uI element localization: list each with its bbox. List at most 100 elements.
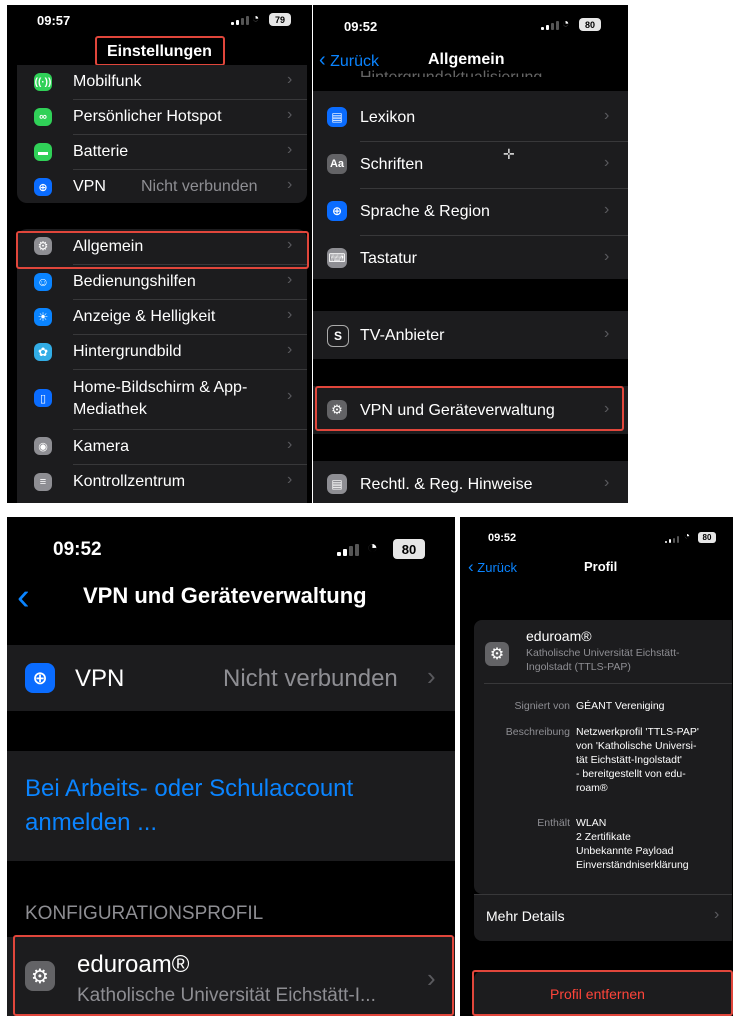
toggles-icon: ≡ (34, 473, 52, 491)
chevron-right-icon: › (287, 106, 293, 123)
back-chevron-icon[interactable]: ‹ (17, 577, 30, 617)
settings-item-home-bildschirm[interactable]: Home-Bildschirm & App- (73, 379, 247, 397)
back-label: Zurück (477, 560, 518, 575)
chevron-left-icon: ‹ (468, 557, 474, 576)
detail-key-contains: Enthält (537, 817, 570, 829)
profile-highlight (13, 935, 454, 1016)
detail-value-description-5: roam® (576, 782, 608, 794)
settings-item-hotspot[interactable]: Persönlicher Hotspot (73, 108, 222, 126)
profile-name: eduroam® (526, 628, 592, 644)
chevron-right-icon: › (287, 271, 293, 288)
battery-indicator: 80 (698, 532, 716, 543)
signal-icon (337, 544, 359, 556)
vpn-row[interactable]: ⊕ VPN Nicht verbunden › (7, 645, 455, 711)
signal-icon (231, 16, 249, 25)
detail-value-contains-2: 2 Zertifikate (576, 831, 631, 843)
detail-key-description: Beschreibung (505, 726, 570, 738)
keyboard-icon: ⌨ (327, 248, 347, 268)
chevron-right-icon: › (604, 325, 610, 342)
detail-value-signed: GÉANT Vereniging (576, 700, 665, 712)
chevron-right-icon: › (714, 906, 720, 923)
chevron-right-icon: › (287, 436, 293, 453)
chevron-right-icon: › (427, 661, 436, 691)
settings-group-2: ⚙ Allgemein › ☺ Bedienungshilfen › ☀ Anz… (17, 229, 307, 503)
section-header: KONFIGURATIONSPROFIL (25, 903, 264, 924)
general-group-tv: S TV-Anbieter › (313, 311, 628, 359)
back-button[interactable]: ‹ Zurück (468, 557, 517, 577)
gear-icon: ⚙ (485, 642, 509, 666)
link-icon: ∞ (34, 108, 52, 126)
vpn-label: VPN (75, 665, 125, 692)
chevron-right-icon: › (287, 141, 293, 158)
panel-profile: 09:52 ◔ 80 ‹ Zurück Profil ⚙ eduroam® Ka… (460, 517, 733, 1016)
signal-icon (665, 536, 679, 543)
settings-item-vpn[interactable]: VPN (73, 178, 106, 196)
general-item-tv-anbieter[interactable]: TV-Anbieter (360, 327, 444, 345)
detail-value-description-2: von 'Katholische Universi- (576, 740, 697, 752)
signin-link-line1[interactable]: Bei Arbeits- oder Schulaccount (25, 775, 353, 803)
settings-group-1: ((·)) Mobilfunk › ∞ Persönlicher Hotspot… (17, 65, 307, 203)
page-title: Profil (584, 559, 618, 574)
sun-icon: ☀ (34, 308, 52, 326)
back-label: Zurück (330, 53, 380, 70)
panel-allgemein: 09:52 ◔ 80 ‹ Zurück Allgemein Hintergrun… (313, 5, 628, 503)
chevron-right-icon: › (287, 387, 293, 404)
status-time: 09:52 (344, 19, 378, 34)
chevron-right-icon: › (604, 474, 610, 491)
detail-value-description-4: - bereitgestellt von edu- (576, 768, 686, 780)
wifi-icon: ◔ (562, 16, 570, 30)
chevron-right-icon: › (287, 341, 293, 358)
general-item-sprache-region[interactable]: Sprache & Region (360, 203, 490, 221)
profile-card: ⚙ eduroam® Katholische Universität Eichs… (474, 620, 732, 894)
detail-value-description-1: Netzwerkprofil 'TTLS-PAP' (576, 726, 699, 738)
signal-icon (541, 21, 559, 30)
settings-item-mobilfunk[interactable]: Mobilfunk (73, 73, 141, 91)
general-item-rechtliches[interactable]: Rechtl. & Reg. Hinweise (360, 476, 533, 494)
signin-row[interactable]: Bei Arbeits- oder Schulaccount anmelden … (7, 751, 455, 861)
wifi-icon: ◔ (684, 531, 691, 542)
vpn-status: Nicht verbunden (223, 665, 398, 692)
general-item-schriften[interactable]: Schriften (360, 156, 423, 174)
general-item-lexikon[interactable]: Lexikon (360, 109, 415, 127)
chevron-right-icon: › (287, 471, 293, 488)
chevron-right-icon: › (287, 306, 293, 323)
chevron-right-icon: › (604, 154, 610, 171)
vpn-management-highlight (315, 386, 624, 431)
settings-item-hintergrundbild[interactable]: Hintergrundbild (73, 343, 182, 361)
antenna-icon: ((·)) (34, 73, 52, 91)
settings-item-bedienungshilfen[interactable]: Bedienungshilfen (73, 273, 196, 291)
book-icon: ▤ (327, 107, 347, 127)
panel-vpn-management: 09:52 ◔ 80 ‹ VPN und Geräteverwaltung ⊕ … (7, 517, 455, 1016)
accessibility-icon: ☺ (34, 273, 52, 291)
chevron-right-icon: › (604, 201, 610, 218)
more-details-row[interactable]: Mehr Details › (474, 894, 732, 941)
settings-item-kontrollzentrum[interactable]: Kontrollzentrum (73, 473, 185, 491)
vpn-status: Nicht verbunden (141, 178, 258, 195)
chevron-left-icon: ‹ (319, 49, 326, 71)
wifi-icon: ◔ (367, 537, 378, 557)
settings-item-home-bildschirm-line2: Mediathek (73, 401, 147, 418)
battery-indicator: 80 (579, 18, 601, 31)
phone-icon: ▯ (34, 389, 52, 407)
font-icon: Aa (327, 154, 347, 174)
battery-indicator: 80 (393, 539, 425, 559)
cursor-icon: ✛ (503, 146, 515, 162)
cut-off-row-label: Hintergrundaktualisierung (360, 69, 542, 77)
settings-item-anzeige[interactable]: Anzeige & Helligkeit (73, 308, 215, 326)
detail-key-signed: Signiert von (514, 700, 570, 712)
chevron-right-icon: › (287, 176, 293, 193)
page-title: Allgemein (428, 51, 505, 68)
status-time: 09:52 (53, 539, 102, 560)
general-item-tastatur[interactable]: Tastatur (360, 250, 417, 268)
profile-org-line1: Katholische Universität Eichstätt- (526, 647, 680, 659)
detail-value-description-3: tät Eichstätt-Ingolstadt' (576, 754, 682, 766)
general-group-1: ▤ Lexikon › Aa Schriften ✛ › ⊕ Sprache &… (313, 91, 628, 279)
settings-item-batterie[interactable]: Batterie (73, 143, 128, 161)
signin-link-line2: anmelden ... (25, 809, 158, 836)
allgemein-highlight (16, 231, 309, 269)
title-highlight (95, 36, 225, 66)
settings-item-kamera[interactable]: Kamera (73, 438, 129, 456)
battery-icon: ▬ (34, 143, 52, 161)
globe-icon: ⊕ (327, 201, 347, 221)
remove-profile-highlight (472, 970, 733, 1016)
